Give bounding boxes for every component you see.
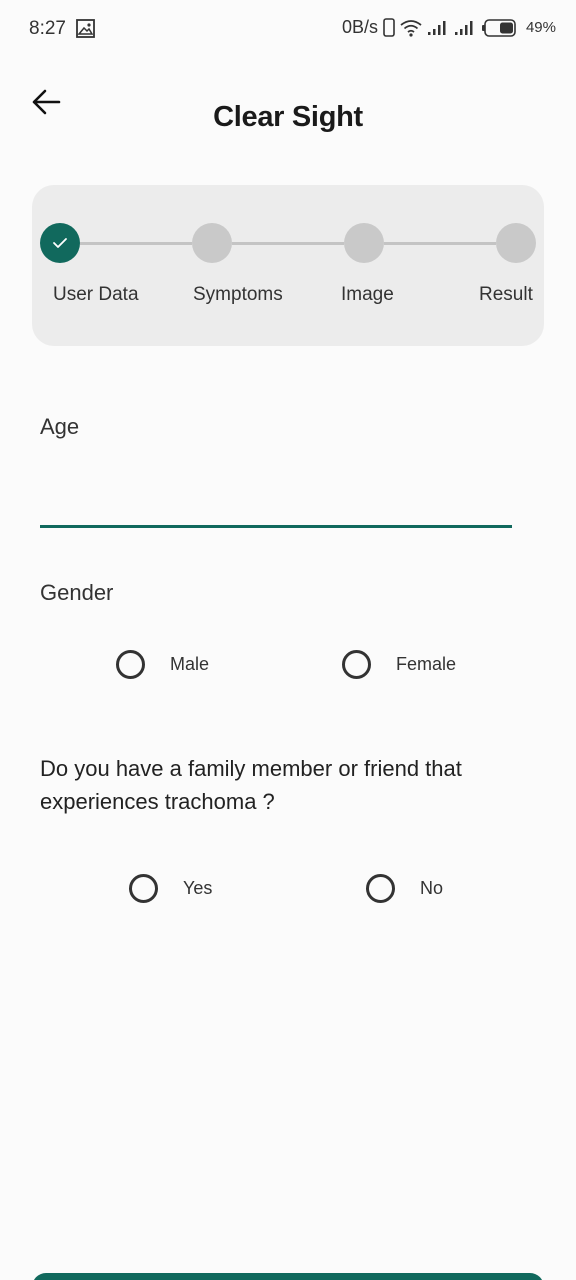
step-connector	[80, 242, 192, 245]
step-dot-image	[344, 223, 384, 263]
wifi-icon	[400, 19, 422, 37]
signal-icon-2	[454, 20, 473, 35]
progress-stepper: User Data Symptoms Image Result	[32, 185, 544, 346]
gallery-icon	[76, 19, 95, 38]
gender-male-radio[interactable]: Male	[116, 650, 209, 679]
radio-label-male: Male	[170, 654, 210, 674]
step-dot-user-data	[40, 223, 80, 263]
status-bar: 8:27 0B/s 49%	[0, 0, 576, 58]
step-connector	[384, 242, 496, 245]
page-title: Clear Sight	[213, 101, 363, 133]
status-time: 8:27	[29, 18, 66, 39]
radio-circle[interactable]	[366, 874, 395, 903]
net-speed: 0B/s	[341, 17, 378, 37]
step-dot-result	[496, 223, 536, 263]
step-connector	[232, 242, 344, 245]
radio-circle[interactable]	[116, 650, 145, 679]
step-label-user-data: User Data	[53, 284, 139, 305]
step-label-image: Image	[341, 284, 394, 305]
step-label-symptoms: Symptoms	[193, 284, 283, 305]
check-icon	[53, 238, 67, 248]
battery-icon	[481, 18, 516, 37]
radio-circle[interactable]	[129, 874, 158, 903]
radio-label-yes: Yes	[183, 878, 213, 898]
gender-label: Gender	[40, 580, 114, 605]
phone-icon	[383, 18, 395, 37]
age-input[interactable]	[40, 470, 512, 528]
step-dot-symptoms	[192, 223, 232, 263]
trachoma-question: Do you have a family member or friend th…	[40, 756, 462, 814]
age-label: Age	[40, 414, 80, 439]
radio-label-female: Female	[396, 654, 457, 674]
radio-label-no: No	[420, 878, 444, 898]
answer-no-radio[interactable]: No	[366, 874, 443, 903]
status-right: 0B/s 49%	[342, 17, 556, 38]
next-button[interactable]	[32, 1273, 544, 1280]
battery-percent: 49%	[525, 19, 556, 36]
answer-yes-radio[interactable]: Yes	[129, 874, 212, 903]
radio-circle[interactable]	[342, 650, 371, 679]
gender-female-radio[interactable]: Female	[342, 650, 456, 679]
signal-icon	[427, 20, 446, 35]
step-label-result: Result	[479, 284, 533, 305]
